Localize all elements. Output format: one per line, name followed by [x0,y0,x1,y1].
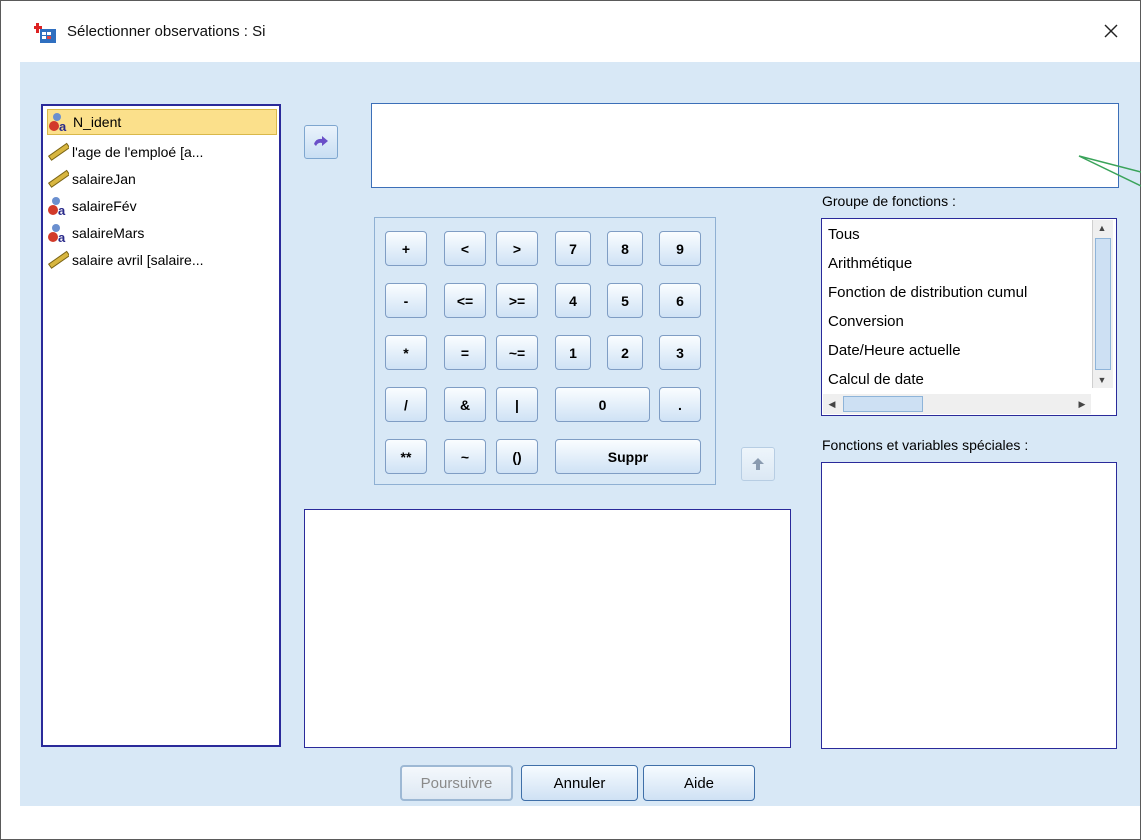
function-group-item[interactable]: Fonction de distribution cumul [828,284,1027,301]
variable-item[interactable]: a salaireFév [47,193,137,219]
key-4[interactable]: 4 [555,283,591,318]
svg-text:a: a [58,230,66,243]
title-bar: Sélectionner observations : Si [1,1,1140,61]
key-2[interactable]: 2 [607,335,643,370]
key-not[interactable]: ~ [444,439,486,474]
scale-ruler-icon [47,250,69,269]
key-and[interactable]: & [444,387,486,422]
variable-label: salaire avril [salaire... [72,252,204,268]
svg-text:a: a [59,119,67,132]
key-plus[interactable]: + [385,231,427,266]
variable-item[interactable]: a N_ident [47,109,277,135]
variable-label: salaireJan [72,171,136,187]
variable-item[interactable]: a salaireMars [47,220,144,246]
insert-function-button[interactable] [741,447,775,481]
nominal-variable-icon: a [48,224,66,243]
key-not-equal[interactable]: ~= [496,335,538,370]
key-or[interactable]: | [496,387,538,422]
app-icon [34,23,56,43]
function-group-list[interactable]: Tous Arithmétique Fonction de distributi… [821,218,1117,416]
key-less-than[interactable]: < [444,231,486,266]
key-multiply[interactable]: * [385,335,427,370]
key-power[interactable]: ** [385,439,427,474]
scroll-up-icon[interactable]: ▲ [1093,220,1111,236]
function-group-label: Groupe de fonctions : [822,193,956,209]
function-group-item[interactable]: Calcul de date [828,371,924,388]
scroll-right-icon[interactable]: ▶ [1073,396,1091,412]
scale-ruler-icon [47,142,69,161]
key-parentheses[interactable]: () [496,439,538,474]
key-3[interactable]: 3 [659,335,701,370]
variable-list[interactable]: a N_ident l'age de l'emploé [a... salair… [41,104,281,747]
variable-item[interactable]: salaire avril [salaire... [47,247,204,273]
key-equal[interactable]: = [444,335,486,370]
key-8[interactable]: 8 [607,231,643,266]
function-group-item[interactable]: Tous [828,226,860,243]
variable-item[interactable]: l'age de l'emploé [a... [47,139,203,165]
calculator-keypad: + < > 7 8 9 - <= >= 4 5 6 * = ~= 1 2 3 /… [374,217,716,485]
arrow-right-icon [314,136,328,146]
function-group-item[interactable]: Date/Heure actuelle [828,342,961,359]
expression-input[interactable] [371,103,1119,188]
vertical-scrollbar[interactable]: ▲ ▼ [1092,220,1113,388]
key-greater-equal[interactable]: >= [496,283,538,318]
function-group-item[interactable]: Arithmétique [828,255,912,272]
scroll-down-icon[interactable]: ▼ [1093,372,1111,388]
key-divide[interactable]: / [385,387,427,422]
key-less-equal[interactable]: <= [444,283,486,318]
key-1[interactable]: 1 [555,335,591,370]
special-functions-list[interactable] [821,462,1117,749]
key-delete[interactable]: Suppr [555,439,701,474]
close-icon [1104,24,1118,38]
key-9[interactable]: 9 [659,231,701,266]
arrow-up-icon [752,458,764,470]
key-5[interactable]: 5 [607,283,643,318]
move-to-expression-button[interactable] [304,125,338,159]
special-functions-label: Fonctions et variables spéciales : [822,437,1029,453]
nominal-variable-icon: a [48,197,66,216]
key-0[interactable]: 0 [555,387,650,422]
nominal-variable-icon: a [49,113,67,132]
variable-label: N_ident [73,114,122,130]
key-minus[interactable]: - [385,283,427,318]
variable-label: salaireFév [72,198,137,214]
scroll-thumb[interactable] [843,396,923,412]
key-greater-than[interactable]: > [496,231,538,266]
key-7[interactable]: 7 [555,231,591,266]
scroll-thumb[interactable] [1095,238,1111,370]
callout-pointer [1078,155,1141,187]
svg-text:a: a [58,203,66,216]
close-button[interactable] [1095,15,1127,47]
scale-ruler-icon [47,169,69,188]
function-group-item[interactable]: Conversion [828,313,904,330]
function-description-box [304,509,791,748]
horizontal-scrollbar[interactable]: ◀ ▶ [823,394,1091,414]
key-6[interactable]: 6 [659,283,701,318]
variable-label: l'age de l'emploé [a... [72,144,204,160]
variable-item[interactable]: salaireJan [47,166,136,192]
window-title: Sélectionner observations : Si [67,23,266,40]
continue-button[interactable]: Poursuivre [400,765,513,801]
scroll-left-icon[interactable]: ◀ [823,396,841,412]
cancel-button[interactable]: Annuler [521,765,638,801]
variable-label: salaireMars [72,225,145,241]
help-button[interactable]: Aide [643,765,755,801]
key-decimal[interactable]: . [659,387,701,422]
